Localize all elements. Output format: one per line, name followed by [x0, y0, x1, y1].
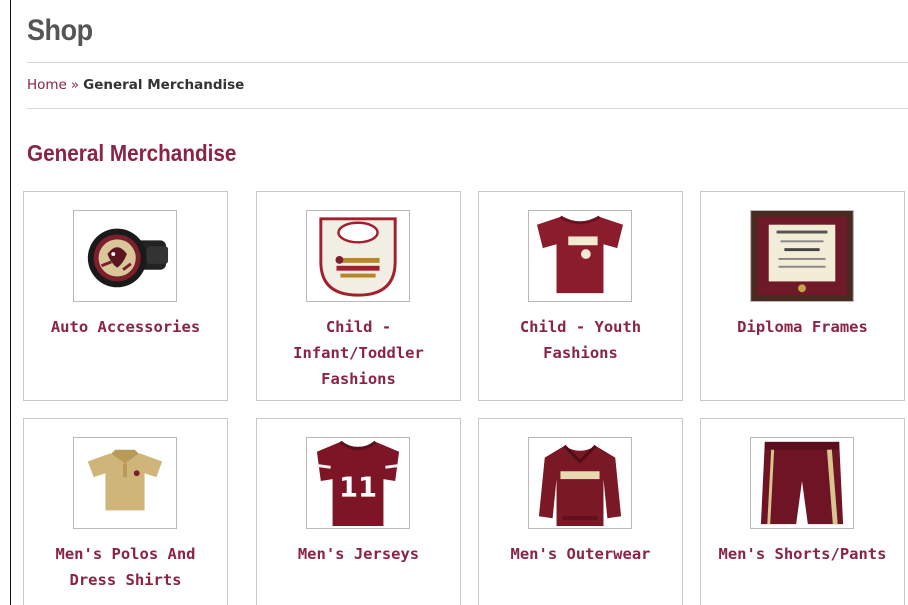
divider	[27, 62, 908, 63]
hitch-cover-icon	[87, 228, 169, 288]
category-thumbnail[interactable]	[306, 210, 410, 302]
category-label[interactable]: Child - Youth Fashions	[485, 314, 676, 366]
polo-icon	[87, 449, 163, 511]
section-title: General Merchandise	[27, 140, 237, 166]
category-thumbnail[interactable]	[750, 437, 854, 529]
category-label[interactable]: Men's Outerwear	[485, 541, 676, 567]
category-label[interactable]: Men's Polos And Dress Shirts	[30, 541, 221, 593]
jersey-icon: 11	[316, 440, 400, 527]
tshirt-icon	[536, 215, 624, 294]
category-card-diploma-frames[interactable]: Diploma Frames	[700, 191, 905, 401]
category-card-child-infant-toddler[interactable]: Child - Infant/Toddler Fashions	[256, 191, 461, 401]
breadcrumb: Home» General Merchandise	[27, 77, 244, 93]
diploma-frame-icon	[751, 211, 853, 301]
category-thumbnail[interactable]	[73, 210, 177, 302]
bib-icon	[319, 217, 397, 297]
breadcrumb-current: General Merchandise	[83, 77, 245, 93]
page-title: Shop	[27, 14, 93, 47]
category-thumbnail[interactable]	[73, 437, 177, 529]
category-card-mens-polos[interactable]: Men's Polos And Dress Shirts	[23, 418, 228, 605]
category-card-mens-shorts-pants[interactable]: Men's Shorts/Pants	[700, 418, 905, 605]
svg-text:11: 11	[339, 473, 377, 504]
divider	[27, 108, 908, 109]
category-label[interactable]: Child - Infant/Toddler Fashions	[263, 314, 454, 392]
category-label[interactable]: Diploma Frames	[707, 314, 898, 340]
category-label[interactable]: Men's Jerseys	[263, 541, 454, 567]
category-card-child-youth[interactable]: Child - Youth Fashions	[478, 191, 683, 401]
category-thumbnail[interactable]	[528, 210, 632, 302]
category-thumbnail[interactable]: 11	[306, 437, 410, 529]
category-card-mens-outerwear[interactable]: Men's Outerwear	[478, 418, 683, 605]
category-card-auto-accessories[interactable]: Auto Accessories	[23, 191, 228, 401]
category-card-mens-jerseys[interactable]: 11 Men's Jerseys	[256, 418, 461, 605]
category-thumbnail[interactable]	[528, 437, 632, 529]
shorts-icon	[760, 441, 844, 525]
pullover-icon	[538, 444, 622, 527]
category-label[interactable]: Men's Shorts/Pants	[707, 541, 898, 567]
breadcrumb-separator: »	[70, 77, 80, 93]
breadcrumb-home-link[interactable]: Home	[27, 77, 67, 93]
category-thumbnail[interactable]	[750, 210, 854, 302]
category-label[interactable]: Auto Accessories	[30, 314, 221, 340]
